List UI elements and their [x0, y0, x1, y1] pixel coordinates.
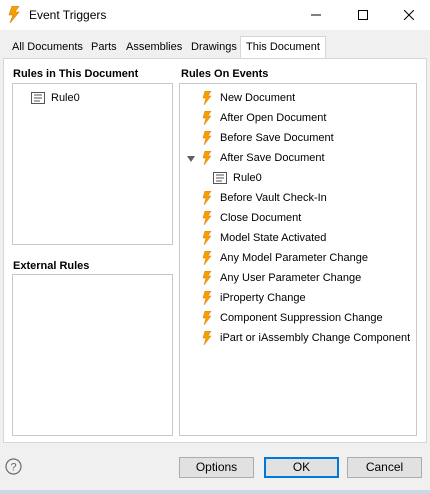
event-label: After Open Document [220, 112, 327, 124]
svg-text:?: ? [10, 462, 16, 474]
event-item[interactable]: Component Suppression Change [202, 309, 383, 327]
options-button[interactable]: Options [179, 457, 254, 478]
ok-button[interactable]: OK [264, 457, 339, 478]
external-rules-heading: External Rules [13, 260, 90, 272]
event-label: Component Suppression Change [220, 312, 383, 324]
minimize-icon [311, 14, 321, 16]
event-label: New Document [220, 92, 296, 104]
close-icon [404, 10, 414, 20]
lightning-bolt-icon [202, 191, 212, 205]
lightning-bolt-icon [8, 6, 20, 23]
event-label: Before Save Document [220, 132, 334, 144]
rules-in-document-list[interactable]: Rule0 [12, 83, 173, 245]
event-item[interactable]: iProperty Change [202, 289, 306, 307]
event-item[interactable]: After Open Document [202, 109, 326, 127]
maximize-button[interactable] [340, 0, 386, 30]
tab-drawings[interactable]: Drawings [186, 39, 242, 59]
close-button[interactable] [386, 0, 430, 30]
tab-assemblies[interactable]: Assemblies [121, 39, 187, 59]
event-item[interactable]: After Save Document [187, 149, 325, 167]
lightning-bolt-icon [202, 291, 212, 305]
tab-all-documents[interactable]: All Documents [7, 39, 88, 59]
minimize-button[interactable] [293, 0, 339, 30]
rule-icon [213, 172, 227, 184]
event-label: Before Vault Check-In [220, 192, 327, 204]
event-label: Model State Activated [220, 232, 327, 244]
lightning-bolt-icon [202, 91, 212, 105]
rule-icon [31, 92, 45, 104]
event-label: iPart or iAssembly Change Component [220, 332, 411, 344]
lightning-bolt-icon [202, 111, 212, 125]
lightning-bolt-icon [202, 331, 212, 345]
event-label: After Save Document [220, 152, 325, 164]
lightning-bolt-icon [202, 311, 212, 325]
rule-label: Rule0 [51, 92, 80, 104]
event-label: iProperty Change [220, 292, 306, 304]
external-rules-list[interactable] [12, 274, 173, 436]
event-item[interactable]: New Document [202, 89, 295, 107]
tab-this-document[interactable]: This Document [240, 36, 326, 59]
event-item[interactable]: Before Vault Check-In [202, 189, 327, 207]
event-item[interactable]: Close Document [202, 209, 301, 227]
taskbar-edge [0, 490, 430, 494]
tab-strip: All Documents Parts Assemblies Drawings … [0, 35, 430, 59]
event-item[interactable]: iPart or iAssembly Change Component [202, 329, 410, 347]
list-item[interactable]: Rule0 [31, 89, 80, 107]
event-item[interactable]: Model State Activated [202, 229, 326, 247]
event-label: Any User Parameter Change [220, 272, 362, 284]
collapse-arrow-icon[interactable] [187, 155, 195, 163]
lightning-bolt-icon [202, 131, 212, 145]
lightning-bolt-icon [202, 151, 212, 165]
lightning-bolt-icon [202, 251, 212, 265]
cancel-button[interactable]: Cancel [347, 457, 422, 478]
tab-parts[interactable]: Parts [86, 39, 122, 59]
rules-on-events-heading: Rules On Events [181, 68, 269, 80]
rules-in-document-heading: Rules in This Document [13, 68, 139, 80]
event-label: Any Model Parameter Change [220, 252, 368, 264]
lightning-bolt-icon [202, 211, 212, 225]
maximize-icon [358, 10, 368, 20]
window-title: Event Triggers [29, 8, 107, 22]
event-rule-item[interactable]: Rule0 [213, 169, 262, 187]
event-item[interactable]: Before Save Document [202, 129, 334, 147]
rule-label: Rule0 [233, 172, 262, 184]
title-bar: Event Triggers [0, 0, 430, 30]
lightning-bolt-icon [202, 271, 212, 285]
lightning-bolt-icon [202, 231, 212, 245]
event-item[interactable]: Any Model Parameter Change [202, 249, 368, 267]
event-item[interactable]: Any User Parameter Change [202, 269, 361, 287]
help-icon[interactable]: ? [5, 458, 22, 475]
rules-on-events-tree[interactable]: New Document After Open Document Before Sa… [179, 83, 417, 436]
event-label: Close Document [220, 212, 302, 224]
